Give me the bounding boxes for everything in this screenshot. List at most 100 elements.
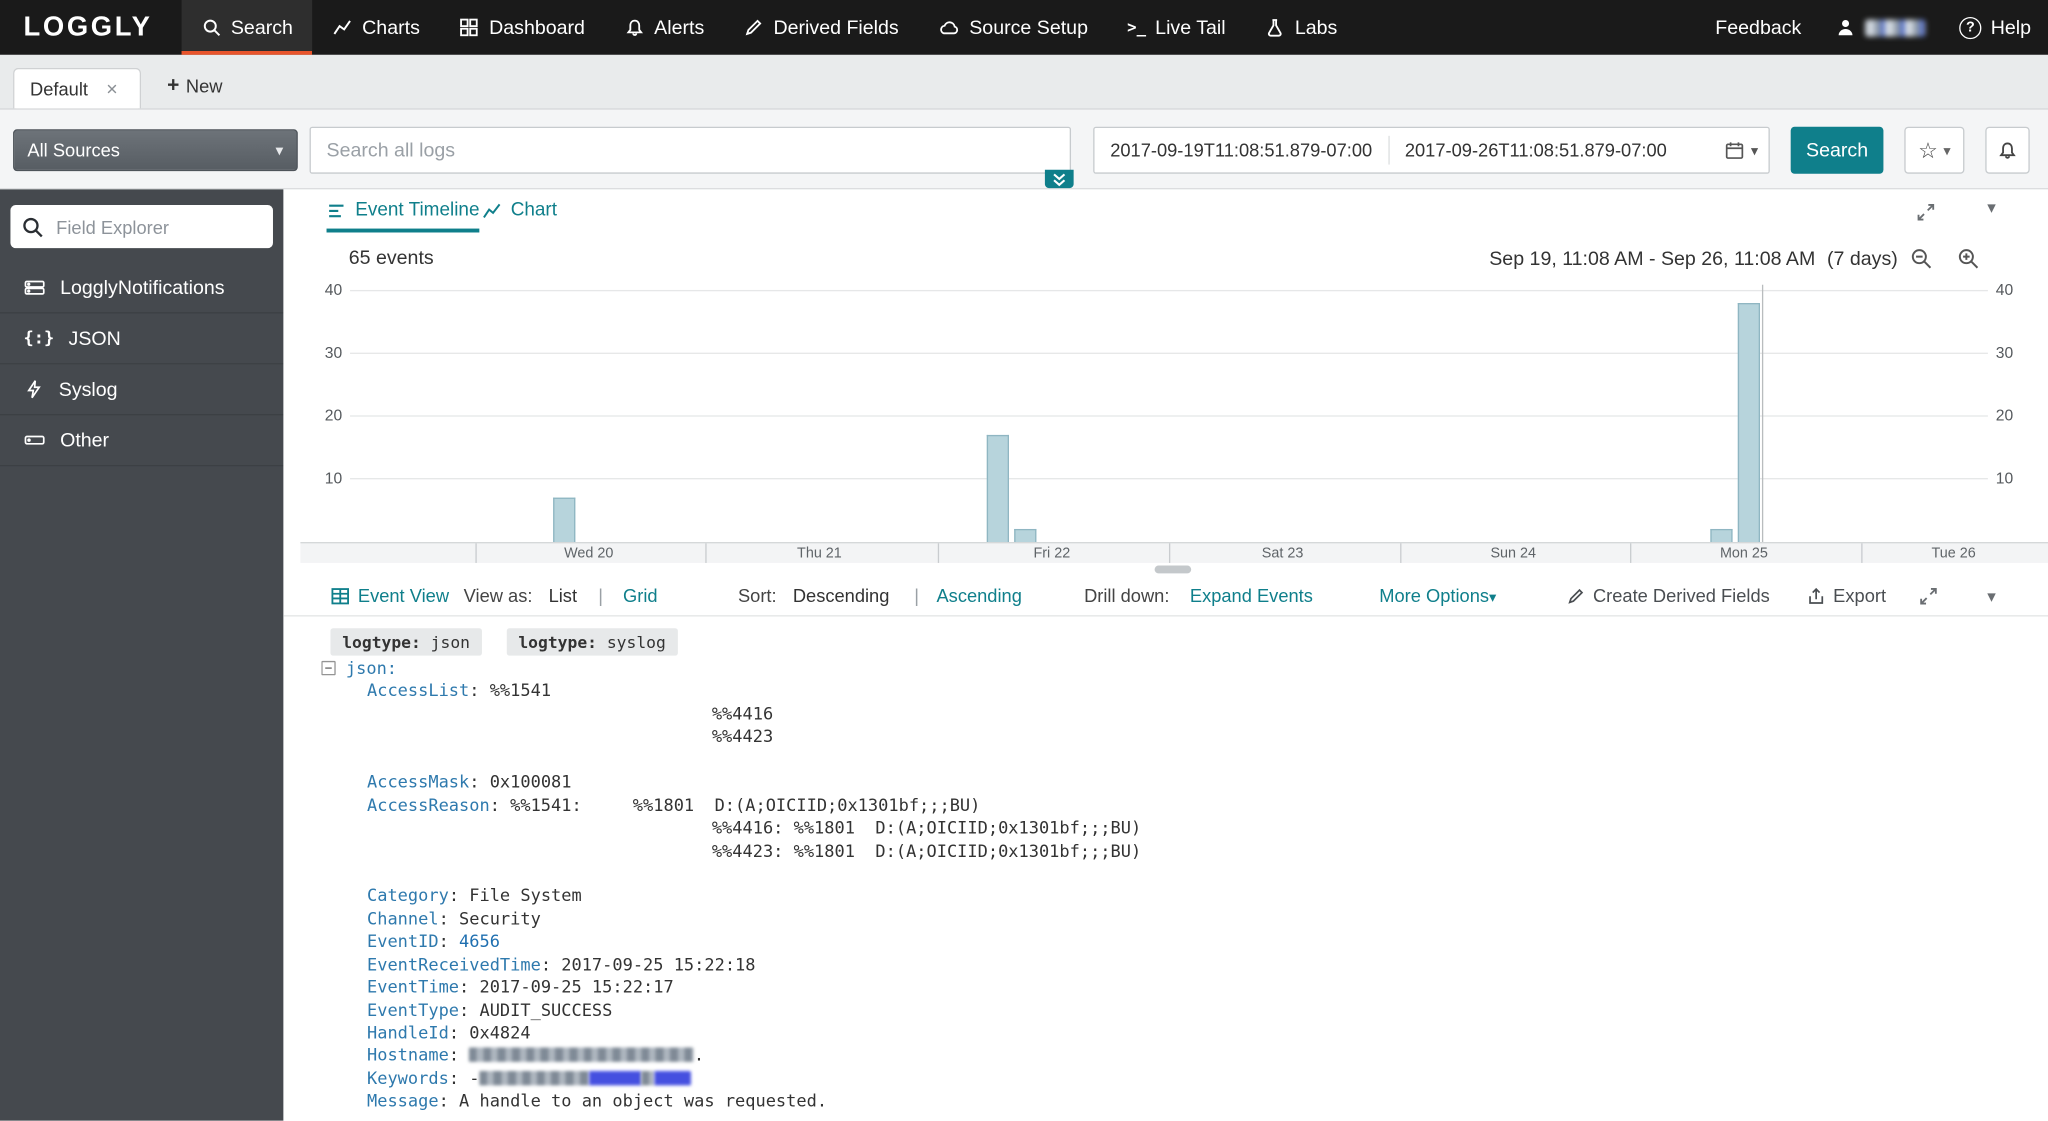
axis-tick-label: Fri 22 [1033, 546, 1070, 562]
sidebar-item-label: JSON [69, 327, 121, 349]
nav-charts[interactable]: Charts [313, 0, 440, 55]
tab-chart-label: Chart [511, 200, 557, 221]
timeline-bar[interactable] [987, 435, 1009, 542]
yaxis-label-right: 30 [1996, 343, 2038, 361]
sidebar-item-logglynotifications[interactable]: LogglyNotifications [0, 263, 283, 314]
sidebar-item-label: Syslog [59, 378, 118, 400]
timeline-bar[interactable] [1710, 529, 1732, 542]
date-to-value[interactable]: 2017-09-26T11:08:51.879-07:00 [1389, 140, 1682, 161]
view-as-grid[interactable]: Grid [623, 576, 658, 616]
log-value: %%4416 [712, 705, 773, 725]
sidebar-item-json[interactable]: {:} JSON [0, 313, 283, 364]
event-view-toolbar: Event View View as: List | Grid Sort: De… [283, 576, 2048, 616]
yaxis-label-right: 40 [1996, 281, 2038, 299]
saved-searches-button[interactable]: ☆ ▾ [1904, 127, 1964, 174]
user-menu[interactable] [1818, 17, 1942, 38]
events-count: 65 events [349, 247, 434, 269]
search-input[interactable] [310, 127, 1071, 174]
export-button[interactable]: Export [1806, 576, 1886, 616]
chart-cursor-line [1761, 285, 1762, 542]
sidebar-item-other[interactable]: Other [0, 415, 283, 466]
drive-stack-icon [24, 277, 46, 298]
new-tab-label: New [186, 76, 223, 97]
log-link[interactable]: 4656 [459, 933, 500, 953]
line-chart-icon [332, 17, 353, 38]
chevron-down-icon[interactable]: ▾ [1987, 576, 1996, 616]
more-options-dropdown[interactable]: More Options▾ [1379, 576, 1496, 619]
log-line: %%4416: %%1801 D:(A;OICIID;0x1301bf;;;BU… [321, 818, 2048, 841]
logtype-tags: logtype: json logtype: syslog [330, 628, 677, 655]
view-as-label: View as: [464, 576, 533, 616]
log-line: EventID: 4656 [321, 932, 2048, 955]
field-explorer-input[interactable] [54, 215, 263, 239]
separator: | [598, 576, 603, 616]
expand-panel-icon[interactable] [1919, 586, 1939, 606]
search-button[interactable]: Search [1791, 127, 1884, 174]
log-line: AccessReason: %%1541: %%1801 D:(A;OICIID… [321, 795, 2048, 818]
tab-event-timeline[interactable]: Event Timeline [327, 200, 480, 233]
chevron-down-icon[interactable]: ▾ [1987, 197, 1996, 218]
nav-alerts[interactable]: Alerts [605, 0, 724, 55]
dashboard-grid-icon [459, 17, 480, 38]
tag-logtype-json[interactable]: logtype: json [330, 628, 481, 655]
view-as-list[interactable]: List [549, 576, 577, 616]
tag-value: syslog [597, 632, 666, 652]
alerts-bell-button[interactable] [1985, 127, 2029, 174]
search-icon [201, 17, 222, 38]
log-line [321, 863, 2048, 886]
tab-chart[interactable]: Chart [482, 200, 557, 229]
date-from-value[interactable]: 2017-09-19T11:08:51.879-07:00 [1095, 140, 1388, 161]
axis-tick-label: Sat 23 [1262, 546, 1304, 562]
new-tab-button[interactable]: + New [167, 74, 222, 98]
redacted-text [655, 1071, 692, 1085]
date-range-picker[interactable]: 2017-09-19T11:08:51.879-07:00 2017-09-26… [1093, 127, 1770, 174]
drive-icon [24, 430, 46, 451]
nav-dashboard[interactable]: Dashboard [439, 0, 604, 55]
tab-default-label: Default [30, 78, 88, 99]
zoom-in-icon[interactable] [1957, 247, 1981, 271]
axis-tick-separator [706, 543, 707, 563]
loggly-logo[interactable]: LOGGLY [0, 0, 181, 55]
sort-ascending[interactable]: Ascending [936, 576, 1021, 616]
nav-live-tail[interactable]: >_ Live Tail [1108, 0, 1246, 55]
yaxis-label-right: 20 [1996, 406, 2038, 424]
top-nav: LOGGLY Search Charts Dashboard Alerts [0, 0, 2048, 55]
log-key: EventTime [367, 978, 459, 998]
tag-logtype-syslog[interactable]: logtype: syslog [507, 628, 678, 655]
timeline-bar[interactable] [1015, 529, 1037, 542]
create-derived-fields-button[interactable]: Create Derived Fields [1566, 576, 1770, 616]
all-sources-dropdown[interactable]: All Sources ▾ [13, 129, 298, 171]
timeline-bar[interactable] [553, 498, 575, 542]
export-label: Export [1833, 576, 1886, 616]
nav-derived-fields-label: Derived Fields [773, 16, 898, 38]
help-link[interactable]: ? Help [1942, 16, 2048, 38]
close-icon[interactable]: × [106, 78, 117, 100]
timeline-scrollbar-handle[interactable] [1155, 566, 1192, 574]
tab-default[interactable]: Default × [13, 68, 141, 108]
nav-derived-fields[interactable]: Derived Fields [724, 0, 918, 55]
axis-tick-separator [1169, 543, 1170, 563]
axis-tick-label: Thu 21 [797, 546, 842, 562]
main-content: Event Timeline Chart ▾ 65 events Sep 19,… [283, 189, 2048, 1120]
timeline-bar[interactable] [1738, 304, 1760, 542]
double-chevron-icon [1051, 172, 1067, 186]
nav-search[interactable]: Search [181, 0, 312, 55]
date-picker-icons[interactable]: ▾ [1725, 140, 1769, 161]
sidebar-item-syslog[interactable]: Syslog [0, 364, 283, 415]
workspace-tab-bar: Default × + New [0, 55, 2048, 110]
nav-live-tail-label: Live Tail [1155, 16, 1225, 38]
log-value: : 2017-09-25 15:22:17 [459, 978, 674, 998]
expand-panel-icon[interactable] [1916, 202, 1936, 222]
sort-descending[interactable]: Descending [793, 576, 890, 616]
expand-events-link[interactable]: Expand Events [1190, 576, 1313, 616]
timeline-plot[interactable]: 1010202030304040 [300, 285, 2048, 542]
zoom-out-icon[interactable] [1910, 247, 1934, 271]
field-explorer-searchbox[interactable] [10, 205, 273, 248]
event-view-button[interactable]: Event View [330, 576, 449, 616]
nav-source-setup[interactable]: Source Setup [918, 0, 1107, 55]
collapse-toggle-icon[interactable] [321, 661, 335, 675]
log-value: . [694, 1047, 704, 1067]
feedback-link[interactable]: Feedback [1698, 16, 1818, 38]
collapse-search-bar-button[interactable] [1045, 170, 1074, 188]
nav-labs[interactable]: Labs [1245, 0, 1357, 55]
